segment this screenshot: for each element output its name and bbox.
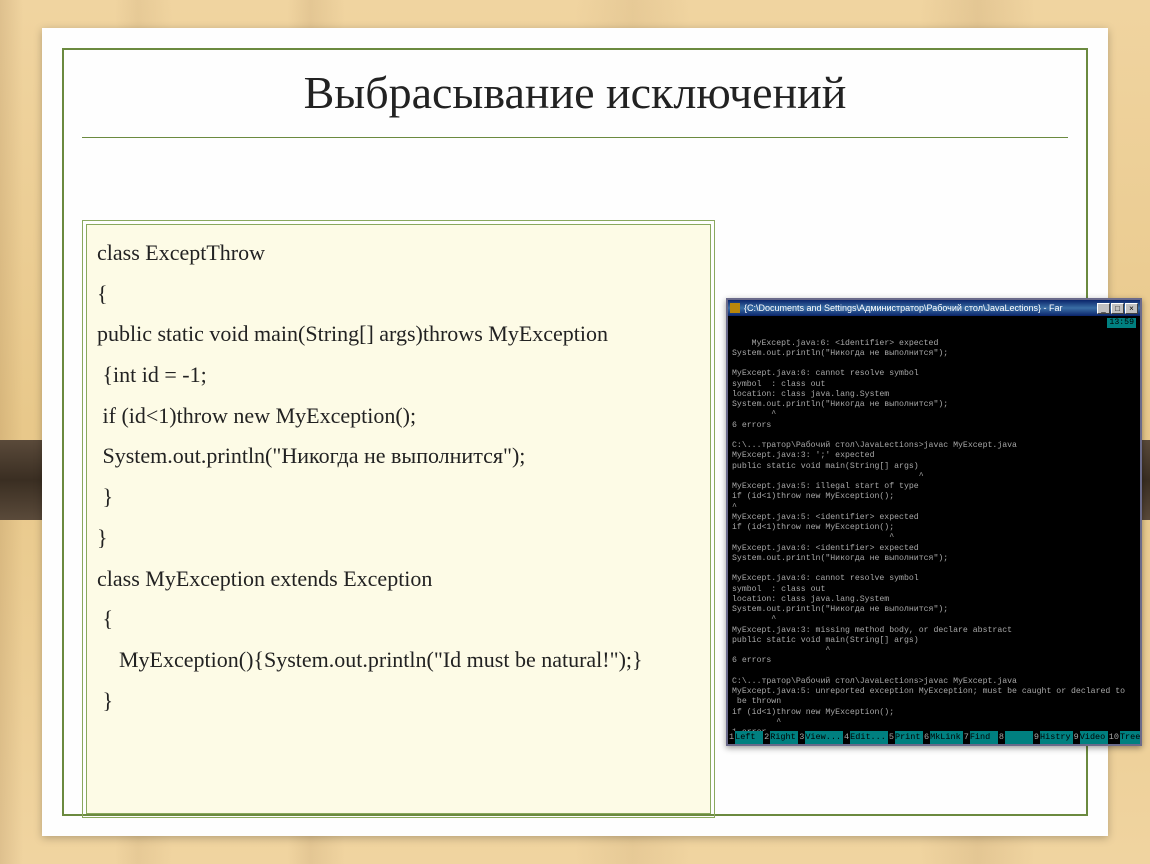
- maximize-button[interactable]: □: [1111, 303, 1124, 314]
- terminal-output: 13:59 MyExcept.java:6: <identifier> expe…: [728, 316, 1140, 731]
- fkey-8[interactable]: 8: [998, 731, 1033, 744]
- fkey-2[interactable]: 2Right: [763, 731, 798, 744]
- minimize-button[interactable]: _: [1097, 303, 1110, 314]
- fkey-9[interactable]: 9Histry: [1033, 731, 1073, 744]
- fkey-9[interactable]: 9Video: [1073, 731, 1108, 744]
- fkey-7[interactable]: 7Find: [963, 731, 998, 744]
- terminal-text: MyExcept.java:6: <identifier> expected S…: [732, 339, 1125, 732]
- fkey-5[interactable]: 5Print: [888, 731, 923, 744]
- code-block: class ExceptThrow { public static void m…: [86, 224, 711, 814]
- terminal-titlebar: {C:\Documents and Settings\Администратор…: [728, 300, 1140, 316]
- terminal-window: {C:\Documents and Settings\Администратор…: [726, 298, 1142, 746]
- close-button[interactable]: ×: [1125, 303, 1138, 314]
- fkey-6[interactable]: 6MkLink: [923, 731, 963, 744]
- terminal-title-text: {C:\Documents and Settings\Администратор…: [744, 303, 1096, 313]
- fkey-1[interactable]: 1Left: [728, 731, 763, 744]
- fkey-4[interactable]: 4Edit...: [843, 731, 888, 744]
- terminal-app-icon: [730, 303, 740, 313]
- fkey-10[interactable]: 10Tree: [1108, 731, 1140, 744]
- terminal-fkey-bar: 1Left2Right3View...4Edit...5Print6MkLink…: [728, 731, 1140, 744]
- terminal-clock: 13:59: [1107, 318, 1136, 328]
- fkey-3[interactable]: 3View...: [798, 731, 843, 744]
